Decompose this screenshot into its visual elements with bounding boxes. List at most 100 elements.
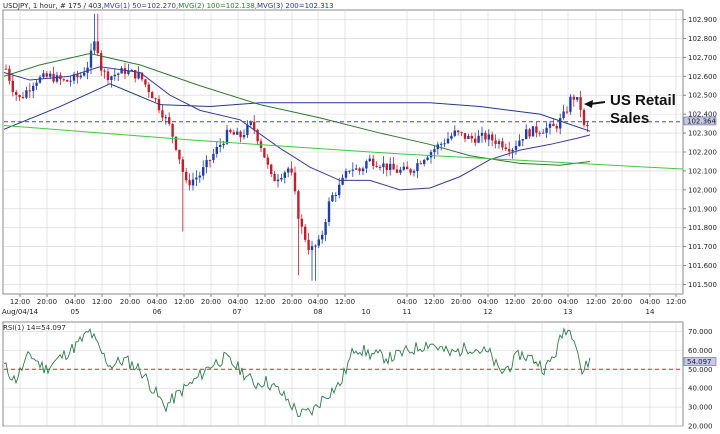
date-label: 14: [646, 308, 655, 316]
candle-body: [555, 126, 558, 129]
candle-body: [83, 72, 86, 76]
annotation-line-1: US Retail: [610, 92, 676, 109]
price-tick-label: 102.900: [688, 16, 717, 24]
date-label: 12: [484, 308, 493, 316]
candle-body: [55, 75, 59, 82]
candle-body: [576, 97, 579, 100]
price-tick-label: 101.600: [688, 262, 717, 270]
time-tick-label: 04:00: [397, 298, 417, 306]
candle-body: [273, 174, 276, 182]
candle-body: [225, 129, 229, 144]
candle-body: [511, 149, 514, 152]
candle-body: [123, 68, 127, 74]
time-tick-label: 04:00: [478, 298, 498, 306]
time-tick-label: 04:00: [147, 298, 167, 306]
candle-body: [528, 129, 531, 137]
date-label: 07: [233, 308, 242, 316]
rsi-axis: 70.000 60.000 50.000 40.000 30.000 20.000 54.0…: [683, 328, 717, 431]
candle-body: [338, 184, 341, 196]
price-tick-label: 102.800: [688, 35, 717, 43]
date-label: 05: [71, 308, 80, 316]
candle-body: [334, 195, 337, 197]
time-tick-label: 20:00: [37, 298, 57, 306]
candle-body: [440, 143, 443, 145]
time-tick-label: 12:00: [586, 298, 606, 306]
time-tick-label: 12:00: [666, 298, 686, 306]
candle-body: [185, 171, 188, 181]
candle-body: [45, 73, 48, 77]
candle-body: [426, 157, 429, 160]
candle-body: [419, 163, 422, 165]
price-tick-label: 101.900: [688, 205, 717, 213]
candle-body: [314, 245, 317, 247]
candle-body: [508, 149, 511, 152]
candle-body: [372, 158, 375, 166]
candle-body: [514, 146, 518, 150]
candle-body: [409, 169, 412, 173]
candle-body: [327, 201, 331, 223]
price-tick-label: 101.500: [688, 281, 717, 289]
candle-body: [487, 134, 490, 140]
candle-body: [392, 163, 395, 170]
rsi-tick-label: 30.000: [688, 404, 713, 412]
candle-body: [103, 70, 106, 72]
candle-body: [559, 118, 562, 129]
candle-body: [552, 123, 555, 127]
candle-body: [232, 132, 235, 135]
price-tick-label: 102.600: [688, 73, 717, 81]
candle-body: [460, 132, 463, 134]
price-tick-label: 102.000: [688, 186, 717, 194]
candle-body: [42, 73, 45, 78]
price-tick-label: 101.800: [688, 224, 717, 232]
candle-body: [28, 90, 31, 92]
candle-body: [494, 140, 497, 144]
candle-body: [562, 111, 565, 119]
candle-body: [164, 117, 167, 119]
candle-body: [113, 74, 116, 77]
candle-body: [280, 177, 283, 180]
date-label: 10: [362, 308, 371, 316]
candle-body: [202, 167, 205, 176]
candle-body: [110, 76, 113, 80]
candle-body: [477, 135, 480, 143]
candle-body: [385, 163, 388, 170]
candle-body: [310, 246, 314, 250]
candle-body: [416, 163, 419, 172]
candle-body: [504, 147, 507, 150]
candle-body: [321, 234, 324, 240]
candle-body: [96, 41, 99, 54]
candle-body: [344, 171, 348, 178]
candle-body: [453, 130, 456, 136]
candle-body: [297, 191, 300, 219]
candle-body: [93, 41, 96, 51]
candle-body: [548, 123, 552, 128]
candle-body: [246, 124, 249, 135]
candle-body: [191, 179, 195, 186]
candle-body: [25, 90, 28, 98]
date-label: 13: [564, 308, 573, 316]
candle-body: [525, 129, 528, 140]
rsi-tick-label: 60.000: [688, 347, 713, 355]
annotation-line-2: Sales: [610, 110, 649, 127]
candle-body: [443, 143, 446, 145]
candle-body: [412, 171, 416, 173]
candle-body: [117, 73, 120, 75]
candle-body: [467, 136, 470, 139]
candle-body: [144, 79, 147, 85]
candle-body: [38, 77, 42, 83]
candle-body: [171, 123, 174, 137]
candle-body: [195, 177, 198, 180]
candle-body: [300, 218, 303, 227]
candle-body: [11, 80, 14, 92]
timeframe-label: , 1 hour, # 175 / 403,: [28, 2, 103, 10]
ma200-label: MVG(3) 200=102.313: [257, 2, 334, 10]
date-label: 11: [403, 308, 412, 316]
candle-body: [406, 166, 409, 170]
candle-body: [341, 177, 344, 185]
candle-body: [276, 179, 280, 182]
time-tick-label: 04:00: [640, 298, 660, 306]
candle-body: [212, 153, 215, 161]
candle-body: [239, 131, 242, 138]
candle-body: [382, 163, 385, 168]
forex-chart: USDJPY, 1 hour, # 175 / 403,MVG(1) 50=10…: [0, 0, 720, 431]
